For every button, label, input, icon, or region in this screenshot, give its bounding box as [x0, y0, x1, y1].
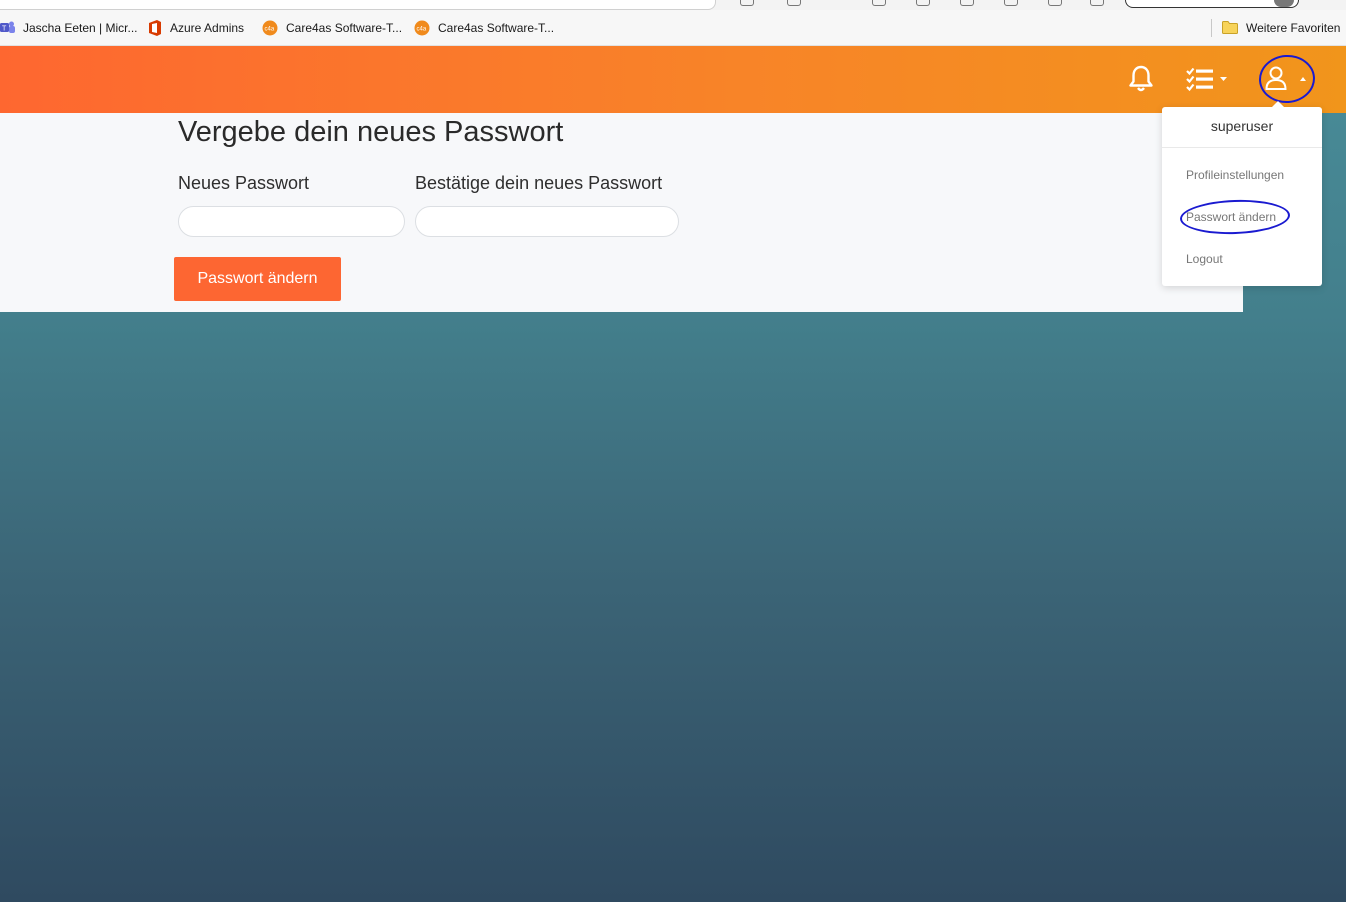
bookmark-teams[interactable]: T Jascha Eeten | Micr... — [0, 10, 138, 45]
menu-item-profile-settings[interactable]: Profileinstellungen — [1186, 168, 1284, 182]
teams-icon: T — [0, 20, 15, 35]
office-icon — [148, 19, 162, 36]
bookmark-label: Care4as Software-T... — [286, 20, 403, 35]
confirm-password-input[interactable] — [415, 206, 679, 237]
care4as-icon: c4a — [414, 20, 430, 36]
other-favorites-folder[interactable]: Weitere Favoriten — [1222, 10, 1340, 45]
toolbar-button[interactable] — [1048, 0, 1062, 6]
bookmark-label: Azure Admins — [170, 20, 245, 35]
favorites-bar: T Jascha Eeten | Micr... Azure Admins c4… — [0, 10, 1346, 46]
toolbar-button[interactable] — [916, 0, 930, 6]
care4as-icon: c4a — [262, 20, 278, 36]
new-password-label: Neues Passwort — [178, 173, 310, 193]
change-password-button[interactable]: Passwort ändern — [174, 257, 341, 301]
toolbar-button[interactable] — [1004, 0, 1018, 6]
bookmark-label: Jascha Eeten | Micr... — [23, 20, 138, 35]
tasks-list-icon[interactable] — [1186, 66, 1230, 99]
bookmark-azure-admins[interactable]: Azure Admins — [148, 10, 244, 45]
browser-profile-button[interactable] — [1125, 0, 1299, 8]
svg-text:T: T — [2, 26, 7, 33]
bookmark-care4as-2[interactable]: c4a Care4as Software-T... — [414, 10, 554, 45]
app-header — [0, 46, 1346, 113]
toolbar-button[interactable] — [787, 0, 801, 6]
svg-text:c4a: c4a — [417, 26, 427, 32]
svg-text:c4a: c4a — [265, 26, 275, 32]
toolbar-button[interactable] — [1090, 0, 1104, 6]
page-title: Vergebe dein neues Passwort — [178, 116, 564, 148]
user-dropdown-menu: superuser Profileinstellungen Passwort ä… — [1162, 101, 1322, 286]
browser-toolbar — [0, 0, 1346, 10]
new-password-input[interactable] — [178, 206, 405, 237]
confirm-password-label: Bestätige dein neues Passwort — [415, 173, 663, 193]
bookmark-label: Care4as Software-T... — [438, 20, 555, 35]
dropdown-divider — [1162, 147, 1322, 148]
bookmark-care4as-1[interactable]: c4a Care4as Software-T... — [262, 10, 402, 45]
folder-icon — [1222, 21, 1238, 34]
address-bar[interactable] — [0, 0, 716, 10]
toolbar-button[interactable] — [740, 0, 754, 6]
toolbar-button[interactable] — [872, 0, 886, 6]
folder-label: Weitere Favoriten — [1246, 20, 1341, 35]
toolbar-button[interactable] — [960, 0, 974, 6]
bell-icon[interactable] — [1126, 64, 1156, 99]
dropdown-caret — [1272, 101, 1284, 107]
dropdown-username: superuser — [1210, 118, 1274, 134]
favorites-separator — [1211, 19, 1212, 37]
menu-item-logout[interactable]: Logout — [1186, 252, 1223, 266]
